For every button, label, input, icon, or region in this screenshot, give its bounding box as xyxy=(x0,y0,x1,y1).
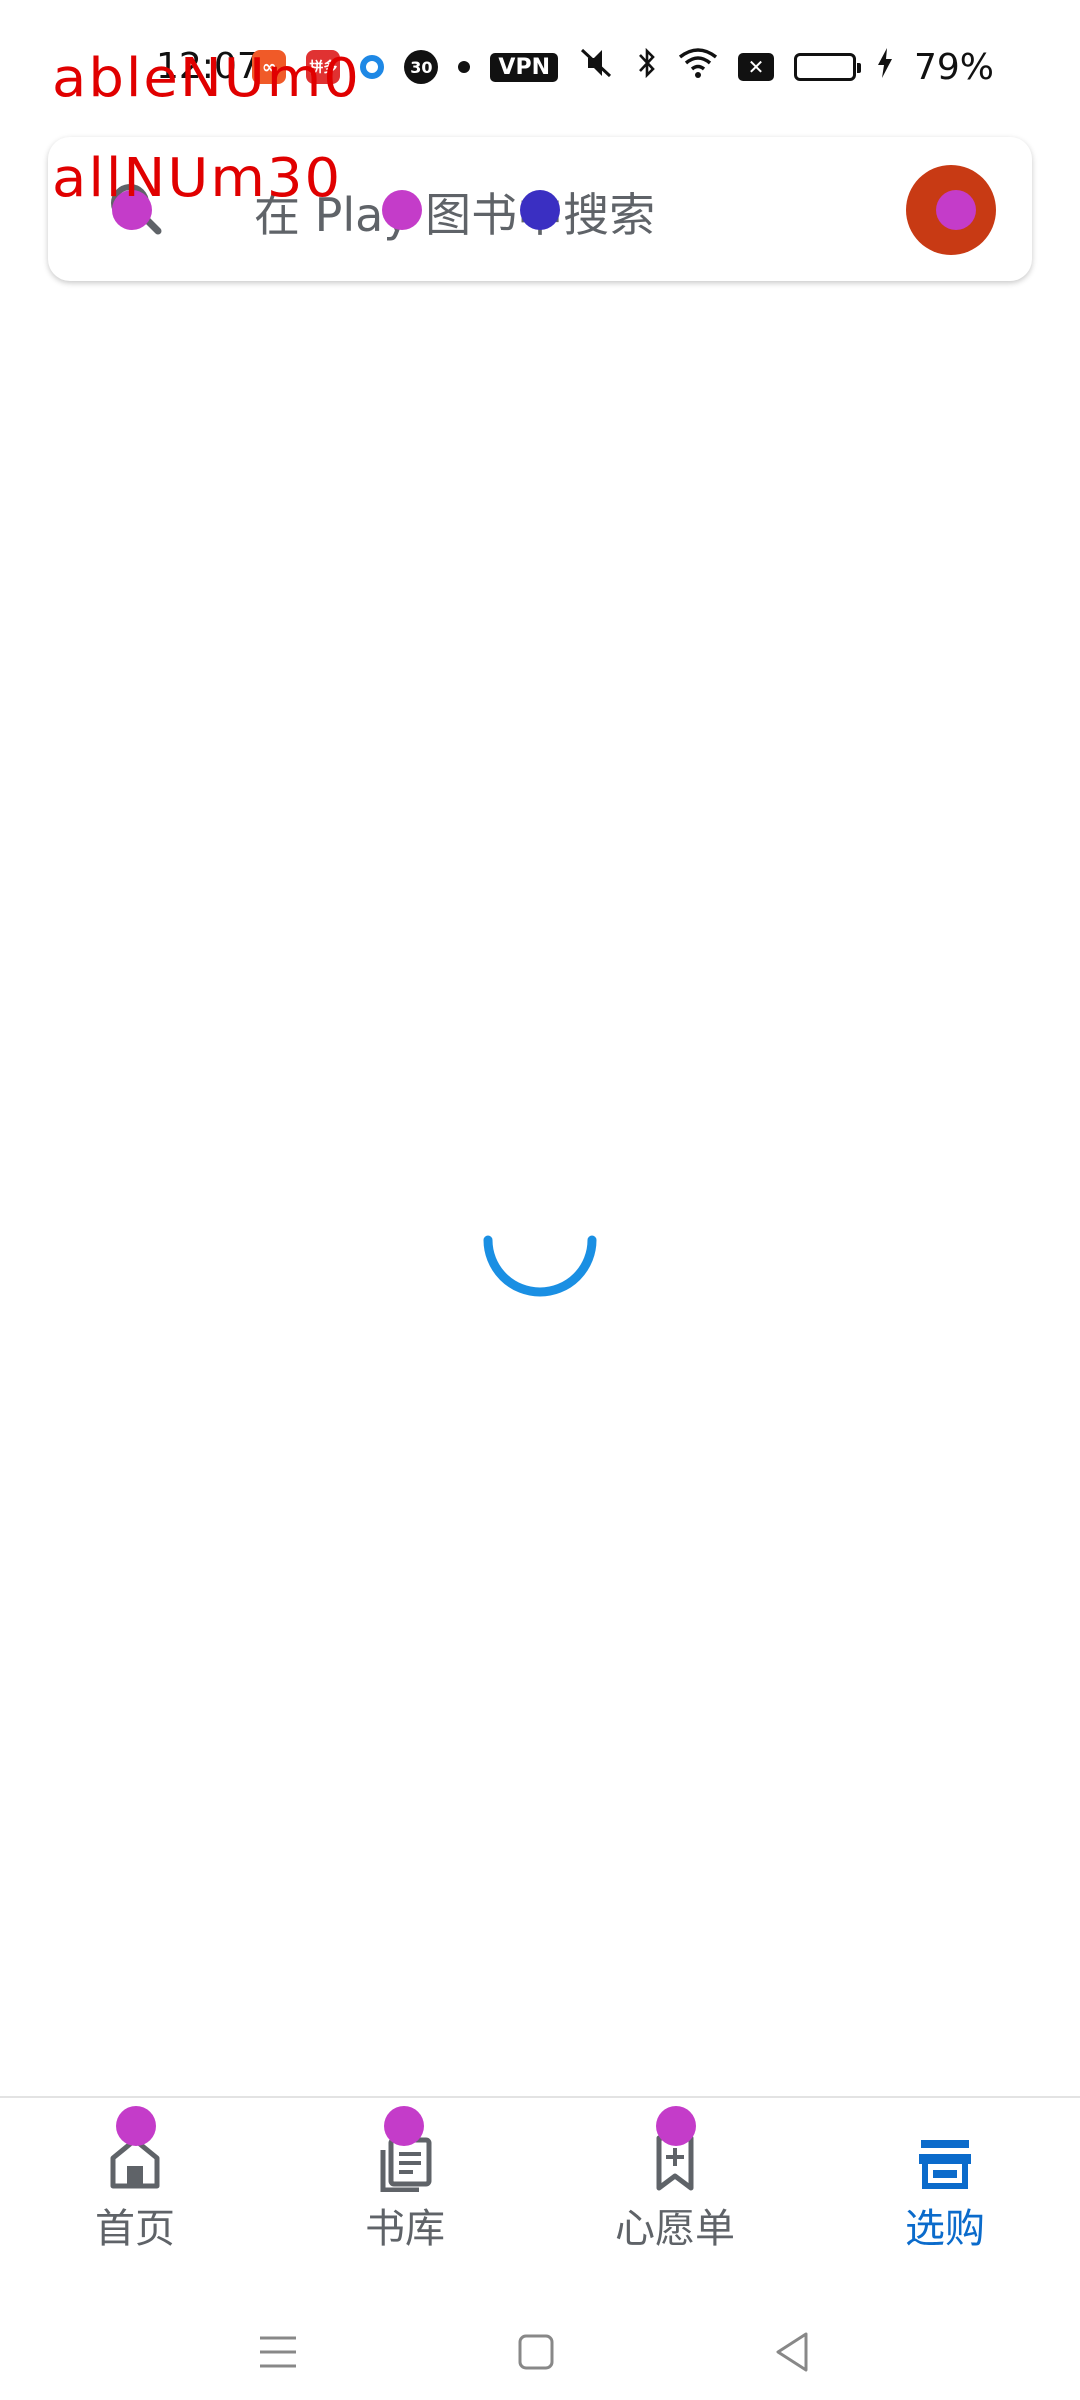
nav-label-wishlist: 心愿单 xyxy=(615,2206,735,2252)
marker-dot xyxy=(936,190,976,230)
nav-label-library: 书库 xyxy=(365,2206,445,2252)
store-icon xyxy=(915,2132,975,2192)
system-navigation-bar xyxy=(0,2300,1080,2400)
home-square-icon[interactable] xyxy=(508,2324,564,2380)
wifi-icon xyxy=(678,47,718,87)
debug-label-2: allNUm30 xyxy=(52,147,343,210)
more-notifications-dot-icon xyxy=(458,61,471,73)
menu-icon[interactable] xyxy=(250,2324,306,2380)
nav-item-shop[interactable]: 选购 xyxy=(810,2098,1080,2298)
vpn-icon: VPN xyxy=(490,52,558,82)
marker-dot xyxy=(382,190,422,230)
marker-dot-blue xyxy=(520,190,560,230)
bottom-navigation: 首页 书库 心愿单 选购 xyxy=(0,2096,1080,2298)
mute-icon xyxy=(578,46,616,88)
nav-label-home: 首页 xyxy=(95,2206,175,2252)
marker-dot xyxy=(384,2106,424,2146)
battery-percent: 79% xyxy=(913,46,994,88)
nav-label-shop: 选购 xyxy=(905,2206,985,2252)
battery-icon xyxy=(793,53,861,81)
ring-status-icon xyxy=(360,55,385,79)
counter-status-icon: 30 xyxy=(404,50,439,84)
debug-label-1: ableNUm0 xyxy=(52,47,361,110)
charging-icon xyxy=(876,47,894,87)
marker-dot xyxy=(656,2106,696,2146)
back-triangle-icon[interactable] xyxy=(766,2324,822,2380)
loading-spinner xyxy=(480,1200,600,1320)
status-icons: ∞ 拼多 30 VPN ✕ 79% xyxy=(252,46,994,88)
no-sim-icon: ✕ xyxy=(737,53,774,81)
marker-dot xyxy=(116,2106,156,2146)
bluetooth-icon xyxy=(636,46,658,88)
